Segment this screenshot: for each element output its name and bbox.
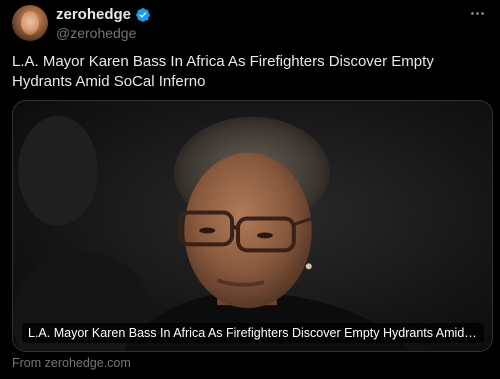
- post-text: L.A. Mayor Karen Bass In Africa As Firef…: [12, 53, 434, 90]
- link-card-title[interactable]: L.A. Mayor Karen Bass In Africa As Firef…: [22, 323, 484, 343]
- author-name-row: zerohedge: [56, 6, 151, 23]
- author-display-name[interactable]: zerohedge: [56, 6, 131, 23]
- verified-badge-icon: [136, 7, 150, 22]
- more-options-icon[interactable]: [468, 4, 486, 22]
- link-source[interactable]: From zerohedge.com: [12, 356, 131, 370]
- author-avatar[interactable]: [12, 5, 48, 41]
- post[interactable]: zerohedge @zerohedge L.A. Mayor Karen Ba…: [0, 0, 500, 379]
- author-handle[interactable]: @zerohedge: [56, 25, 136, 41]
- link-preview-card[interactable]: L.A. Mayor Karen Bass In Africa As Firef…: [12, 100, 493, 352]
- link-card-image: [13, 101, 492, 351]
